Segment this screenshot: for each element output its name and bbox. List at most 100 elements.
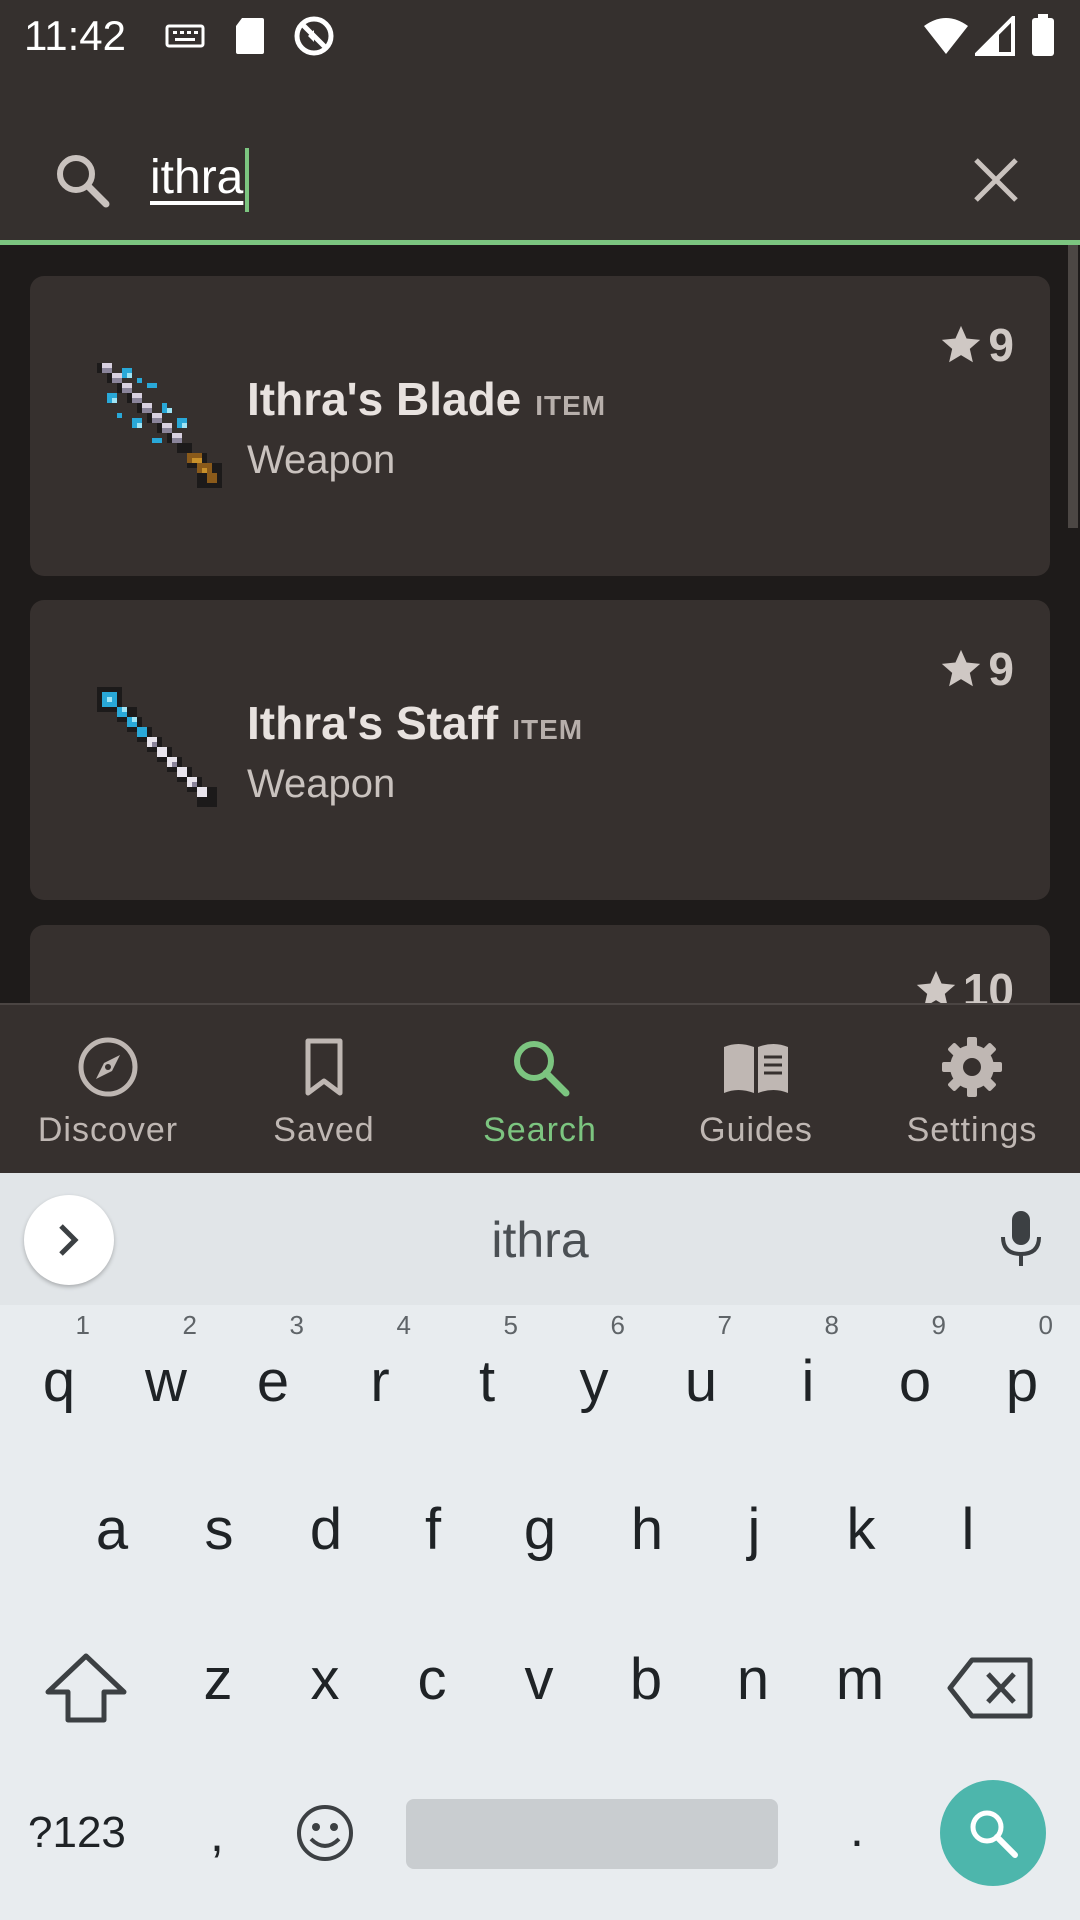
star-icon — [916, 970, 955, 1003]
key-g[interactable]: g — [487, 1458, 593, 1588]
close-icon[interactable] — [968, 152, 1024, 208]
result-card[interactable]: Ithra's Blade ITEM Weapon 9 — [30, 276, 1050, 576]
compass-icon — [78, 1037, 138, 1097]
status-time: 11:42 — [24, 12, 126, 59]
result-rating: 10 — [913, 963, 1014, 1003]
key-v[interactable]: v — [486, 1608, 592, 1738]
comma-key[interactable]: , — [210, 1805, 224, 1863]
suggestion-bar: ithra — [0, 1173, 1080, 1305]
key-o[interactable]: 9o — [862, 1310, 968, 1440]
key-y[interactable]: 6y — [541, 1310, 647, 1440]
rating-value: 10 — [962, 964, 1014, 1003]
symbols-key[interactable]: ?123 — [28, 1808, 126, 1858]
scrollbar[interactable] — [1068, 245, 1078, 528]
key-label: b — [629, 1647, 663, 1712]
emoji-icon[interactable] — [295, 1803, 355, 1863]
result-subtitle: Weapon — [247, 438, 396, 482]
search-action-key[interactable] — [940, 1780, 1046, 1886]
space-key[interactable] — [406, 1799, 778, 1869]
key-z[interactable]: z — [165, 1608, 271, 1738]
star-icon — [942, 325, 981, 363]
rating-value: 9 — [988, 319, 1014, 371]
period-key[interactable]: . — [850, 1800, 864, 1858]
suggestion-word[interactable]: ithra — [0, 1211, 1080, 1269]
key-i[interactable]: 8i — [755, 1310, 861, 1440]
result-card[interactable]: Ithra's Staff ITEM Weapon 9 — [30, 600, 1050, 900]
key-label: q — [42, 1349, 76, 1414]
nav-item-settings[interactable]: Settings — [864, 1005, 1080, 1173]
nav-label: Guides — [699, 1111, 813, 1149]
key-hint-number: 9 — [931, 1310, 946, 1340]
nav-item-guides[interactable]: Guides — [648, 1005, 864, 1173]
text-cursor — [245, 148, 249, 212]
key-l[interactable]: l — [915, 1458, 1021, 1588]
search-icon — [514, 1041, 570, 1097]
key-hint-number: 6 — [610, 1310, 625, 1340]
search-input[interactable]: ithra — [150, 150, 243, 205]
result-card[interactable]: 10 — [30, 925, 1050, 1003]
key-t[interactable]: 5t — [434, 1310, 540, 1440]
key-k[interactable]: k — [808, 1458, 914, 1588]
key-label: w — [145, 1349, 187, 1414]
result-title: Ithra's Blade ITEM — [247, 372, 606, 426]
shift-icon[interactable] — [40, 1652, 132, 1724]
app-screen: 11:42 ithra Ithra's Blade ITEM Weapon 9 … — [0, 0, 1080, 1920]
key-hint-number: 5 — [503, 1310, 518, 1340]
key-j[interactable]: j — [701, 1458, 807, 1588]
key-label: t — [478, 1349, 496, 1414]
key-hint-number: 8 — [824, 1310, 839, 1340]
sd-card-icon — [236, 18, 264, 54]
nav-item-search[interactable]: Search — [432, 1005, 648, 1173]
status-bar: 11:42 — [0, 0, 1080, 72]
nav-item-discover[interactable]: Discover — [0, 1005, 216, 1173]
key-h[interactable]: h — [594, 1458, 700, 1588]
wifi-icon — [924, 18, 968, 54]
staff-icon — [97, 687, 217, 807]
key-e[interactable]: 3e — [220, 1310, 326, 1440]
key-hint-number: 1 — [75, 1310, 90, 1340]
results-list[interactable]: Ithra's Blade ITEM Weapon 9 Ithra's Staf… — [0, 245, 1080, 1003]
key-u[interactable]: 7u — [648, 1310, 754, 1440]
key-b[interactable]: b — [593, 1608, 699, 1738]
key-x[interactable]: x — [272, 1608, 378, 1738]
search-icon — [970, 1810, 1018, 1858]
microphone-icon[interactable] — [996, 1209, 1046, 1269]
key-w[interactable]: 2w — [113, 1310, 219, 1440]
key-hint-number: 7 — [717, 1310, 732, 1340]
key-c[interactable]: c — [379, 1608, 485, 1738]
key-r[interactable]: 4r — [327, 1310, 433, 1440]
nav-label: Settings — [906, 1111, 1038, 1149]
key-label: u — [684, 1349, 718, 1414]
sword-icon — [97, 363, 222, 488]
bottom-navigation: Discover Saved Search Guides Settings — [0, 1003, 1080, 1173]
key-q[interactable]: 1q — [6, 1310, 112, 1440]
key-m[interactable]: m — [807, 1608, 913, 1738]
key-label: r — [370, 1349, 390, 1414]
key-p[interactable]: 0p — [969, 1310, 1075, 1440]
result-type-tag: ITEM — [535, 390, 607, 421]
battery-icon — [1032, 14, 1054, 56]
result-title-text: Ithra's Staff — [247, 697, 499, 749]
key-label: i — [801, 1349, 815, 1414]
search-icon — [57, 155, 110, 208]
key-label: z — [203, 1647, 233, 1712]
key-label: j — [747, 1497, 761, 1562]
result-subtitle: Weapon — [247, 762, 396, 806]
backspace-icon[interactable] — [946, 1656, 1036, 1720]
key-d[interactable]: d — [273, 1458, 379, 1588]
key-label: k — [846, 1497, 876, 1562]
key-label: p — [1005, 1349, 1039, 1414]
result-rating: 9 — [938, 318, 1014, 372]
nav-item-saved[interactable]: Saved — [216, 1005, 432, 1173]
key-s[interactable]: s — [166, 1458, 272, 1588]
key-f[interactable]: f — [380, 1458, 486, 1588]
nav-label: Saved — [273, 1111, 375, 1149]
result-type-tag: ITEM — [512, 714, 584, 745]
key-a[interactable]: a — [59, 1458, 165, 1588]
result-title: Ithra's Staff ITEM — [247, 696, 583, 750]
key-label: h — [630, 1497, 664, 1562]
key-label: x — [310, 1647, 340, 1712]
key-n[interactable]: n — [700, 1608, 806, 1738]
key-label: y — [579, 1349, 609, 1414]
key-label: n — [736, 1647, 770, 1712]
